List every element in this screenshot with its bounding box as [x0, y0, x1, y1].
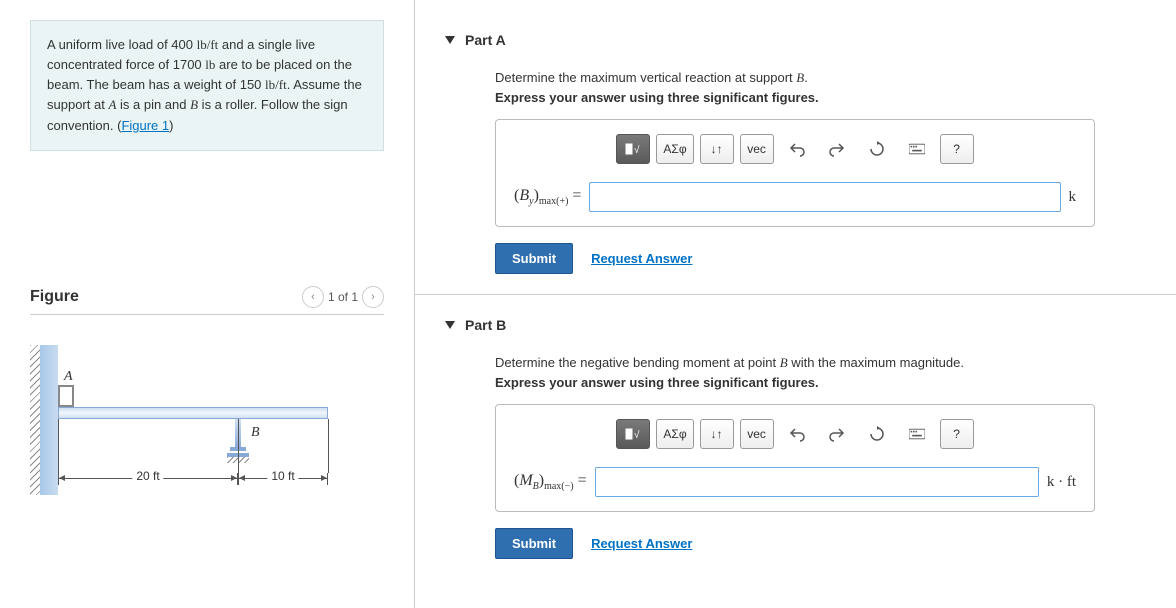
- vec-button[interactable]: vec: [740, 134, 774, 164]
- var-B: B: [780, 355, 788, 370]
- template-icon[interactable]: √: [616, 419, 650, 449]
- undo-icon[interactable]: [780, 134, 814, 164]
- undo-icon[interactable]: [780, 419, 814, 449]
- part-B-answer-input[interactable]: [595, 467, 1039, 497]
- part-A-unit: k: [1069, 189, 1077, 206]
- greek-button[interactable]: ΑΣφ: [656, 134, 693, 164]
- dim-2: 10 ft: [267, 469, 298, 483]
- part-B-submit-button[interactable]: Submit: [495, 528, 573, 559]
- problem-text: is a pin and: [116, 97, 190, 112]
- part-A-prompt-text: Determine the maximum vertical reaction …: [495, 70, 796, 85]
- svg-text:√: √: [634, 429, 640, 441]
- part-A-lhs: (By)max(+) =: [514, 187, 581, 207]
- part-A-prompt-text: .: [804, 70, 808, 85]
- part-A-prompt: Determine the maximum vertical reaction …: [495, 70, 1136, 86]
- part-A-toolbar: √ ΑΣφ ↓↑ vec ?: [514, 134, 1076, 164]
- problem-unit2: lb: [205, 57, 215, 72]
- figure-label-B: B: [251, 425, 260, 441]
- part-B: Part B Determine the negative bending mo…: [415, 295, 1176, 579]
- part-B-answer-box: √ ΑΣφ ↓↑ vec ? (MB)max(−) = k · ft: [495, 404, 1095, 512]
- problem-text: ): [169, 118, 173, 133]
- figure-section: Figure ‹ 1 of 1 › A B: [30, 286, 384, 525]
- part-B-prompt: Determine the negative bending moment at…: [495, 355, 1136, 371]
- part-A-title: Part A: [465, 32, 506, 48]
- part-A-header[interactable]: Part A: [445, 32, 1136, 48]
- help-button[interactable]: ?: [940, 419, 974, 449]
- redo-icon[interactable]: [820, 134, 854, 164]
- pager-text: 1 of 1: [328, 290, 358, 304]
- template-icon[interactable]: √: [616, 134, 650, 164]
- part-A: Part A Determine the maximum vertical re…: [415, 10, 1176, 295]
- subscript-button[interactable]: ↓↑: [700, 134, 734, 164]
- figure-link[interactable]: Figure 1: [121, 118, 169, 133]
- figure-title: Figure: [30, 288, 79, 306]
- problem-statement: A uniform live load of 400 lb/ft and a s…: [30, 20, 384, 151]
- part-A-submit-button[interactable]: Submit: [495, 243, 573, 274]
- caret-down-icon: [445, 36, 455, 44]
- part-B-toolbar: √ ΑΣφ ↓↑ vec ?: [514, 419, 1076, 449]
- svg-text:√: √: [634, 144, 640, 156]
- keyboard-icon[interactable]: [900, 419, 934, 449]
- part-B-title: Part B: [465, 317, 506, 333]
- redo-icon[interactable]: [820, 419, 854, 449]
- part-B-prompt-text: with the maximum magnitude.: [788, 355, 964, 370]
- var-B: B: [190, 97, 198, 112]
- part-B-instruction: Express your answer using three signific…: [495, 375, 1136, 390]
- figure-pager: ‹ 1 of 1 ›: [302, 286, 384, 308]
- vec-button[interactable]: vec: [740, 419, 774, 449]
- part-B-prompt-text: Determine the negative bending moment at…: [495, 355, 780, 370]
- part-A-answer-input[interactable]: [589, 182, 1060, 212]
- part-A-instruction: Express your answer using three signific…: [495, 90, 1136, 105]
- dim-1: 20 ft: [132, 469, 163, 483]
- pager-prev-button[interactable]: ‹: [302, 286, 324, 308]
- part-B-request-answer-link[interactable]: Request Answer: [591, 536, 692, 551]
- greek-button[interactable]: ΑΣφ: [656, 419, 693, 449]
- left-panel: A uniform live load of 400 lb/ft and a s…: [0, 0, 415, 608]
- subscript-button[interactable]: ↓↑: [700, 419, 734, 449]
- part-B-lhs: (MB)max(−) =: [514, 472, 587, 492]
- beam-figure: A B 20 ft 10 ft: [30, 345, 340, 525]
- part-B-header[interactable]: Part B: [445, 317, 1136, 333]
- part-B-unit: k · ft: [1047, 474, 1076, 491]
- reset-icon[interactable]: [860, 419, 894, 449]
- pager-next-button[interactable]: ›: [362, 286, 384, 308]
- keyboard-icon[interactable]: [900, 134, 934, 164]
- part-A-request-answer-link[interactable]: Request Answer: [591, 251, 692, 266]
- problem-text: A uniform live load of 400: [47, 37, 197, 52]
- caret-down-icon: [445, 321, 455, 329]
- help-button[interactable]: ?: [940, 134, 974, 164]
- reset-icon[interactable]: [860, 134, 894, 164]
- problem-unit1: lb/ft: [197, 37, 219, 52]
- problem-unit3: lb/ft: [265, 77, 287, 92]
- part-A-answer-box: √ ΑΣφ ↓↑ vec ? (By)max(+) = k: [495, 119, 1095, 227]
- right-panel: Part A Determine the maximum vertical re…: [415, 0, 1176, 608]
- figure-label-A: A: [64, 369, 73, 385]
